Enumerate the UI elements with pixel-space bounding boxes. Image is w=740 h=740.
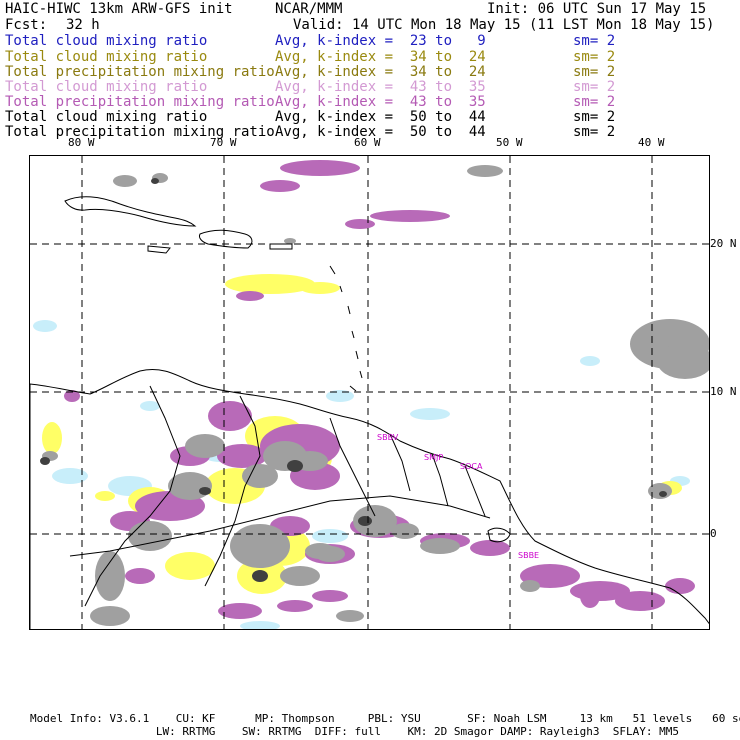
gray-cloud [391,523,419,539]
purple-cloud [208,401,252,431]
yellow-cloud [42,422,62,454]
field-smoothing: sm= 2 [573,64,616,80]
purple-contours [64,160,695,619]
cyan-cloud [580,356,600,366]
purple-cloud [665,578,695,594]
lon-label-80w: 80 W [68,136,95,149]
station-sbbe: SBBE [518,551,539,560]
dark-cloud-core [358,516,372,526]
yellow-cloud [300,282,340,294]
dark-cloud-core [199,487,211,495]
valid-time: Valid: 14 UTC Mon 18 May 15 (11 LST Mon … [293,17,715,33]
purple-cloud [125,568,155,584]
gray-contours [42,165,709,626]
field-label: Total precipitation mixing ratio [5,64,275,80]
purple-cloud [312,590,348,602]
forecast-label: Fcst: [5,17,48,33]
field-label: Total cloud mixing ratio [5,79,208,95]
lon-label-70w: 70 W [210,136,237,149]
field-average: Avg, k-index = 43 to 35 [275,79,486,95]
field-average: Avg, k-index = 43 to 35 [275,94,486,110]
plot-title: HAIC-HIWC 13km ARW-GFS init [5,1,233,17]
field-average: Avg, k-index = 34 to 24 [275,49,486,65]
gray-cloud [280,566,320,586]
gray-cloud [520,580,540,592]
purple-cloud [580,584,600,608]
cyan-cloud [33,320,57,332]
coastlines [30,196,709,629]
station-sbbv: SBBV [377,433,399,442]
purple-cloud [218,603,262,619]
map-canvas: SBBV SMJP SOCA SBBE [30,156,709,629]
gray-cloud [90,606,130,626]
gray-cloud [467,165,503,177]
field-smoothing: sm= 2 [573,109,616,125]
gray-cloud [113,175,137,187]
model-info-line1: Model Info: V3.6.1 CU: KF MP: Thompson P… [30,712,740,725]
dark-cloud-core [287,460,303,472]
dark-cloud-core [659,491,667,497]
lon-label-40w: 40 W [638,136,665,149]
cyan-cloud [52,468,88,484]
field-average: Avg, k-index = 34 to 24 [275,64,486,80]
init-time: Init: 06 UTC Sun 17 May 15 [487,1,707,17]
yellow-cloud [95,491,115,501]
field-label: Total precipitation mixing ratio [5,94,275,110]
station-smjp: SMJP [424,453,443,462]
purple-cloud [280,160,360,176]
field-label: Total cloud mixing ratio [5,109,208,125]
field-average: Avg, k-index = 23 to 9 [275,33,486,49]
purple-cloud [370,210,450,222]
cyan-cloud [140,401,160,411]
gray-cloud [305,543,335,559]
lat-label-10n: 10 N [710,385,737,398]
station-soca: SOCA [460,462,483,471]
gray-cloud [185,434,225,458]
field-row: Total precipitation mixing ratio Avg, k-i… [5,95,705,110]
yellow-cloud [225,274,315,294]
purple-cloud [260,180,300,192]
gray-cloud [230,524,290,568]
dark-cloud-core [151,178,159,184]
cyan-cloud [312,529,348,543]
field-row: Total cloud mixing ratio Avg, k-index = 3… [5,50,705,65]
purple-cloud [345,219,375,229]
field-row: Total precipitation mixing ratio Avg, k-i… [5,65,705,80]
purple-cloud [615,591,665,611]
lon-label-50w: 50 W [496,136,523,149]
gray-cloud [336,610,364,622]
dark-cloud-core [40,457,50,465]
field-smoothing: sm= 2 [573,79,616,95]
lat-label-0: 0 [710,527,717,540]
map-panel: SBBV SMJP SOCA SBBE [29,155,710,630]
field-row: Total cloud mixing ratio Avg, k-index = 5… [5,110,705,125]
cyan-cloud [410,408,450,420]
field-average: Avg, k-index = 50 to 44 [275,109,486,125]
purple-cloud [470,540,510,556]
field-row: Total cloud mixing ratio Avg, k-index = 2… [5,34,705,49]
center-label: NCAR/MMM [275,1,343,17]
field-row: Total cloud mixing ratio Avg, k-index = 4… [5,80,705,95]
field-smoothing: sm= 2 [573,49,616,65]
model-info-line2: LW: RRTMG SW: RRTMG DIFF: full KM: 2D Sm… [30,725,680,738]
cyan-cloud [240,621,280,629]
dark-cloud-core [252,570,268,582]
gray-cloud [420,538,460,554]
yellow-cloud [165,552,215,580]
lon-label-60w: 60 W [354,136,381,149]
purple-cloud [236,291,264,301]
lat-label-20n: 20 N [710,237,737,250]
forecast-hour: 32 h [66,17,100,33]
field-label: Total cloud mixing ratio [5,49,208,65]
field-label: Total cloud mixing ratio [5,33,208,49]
field-smoothing: sm= 2 [573,33,616,49]
purple-cloud [277,600,313,612]
gray-cloud [284,238,296,244]
field-smoothing: sm= 2 [573,94,616,110]
field-smoothing: sm= 2 [573,124,616,140]
